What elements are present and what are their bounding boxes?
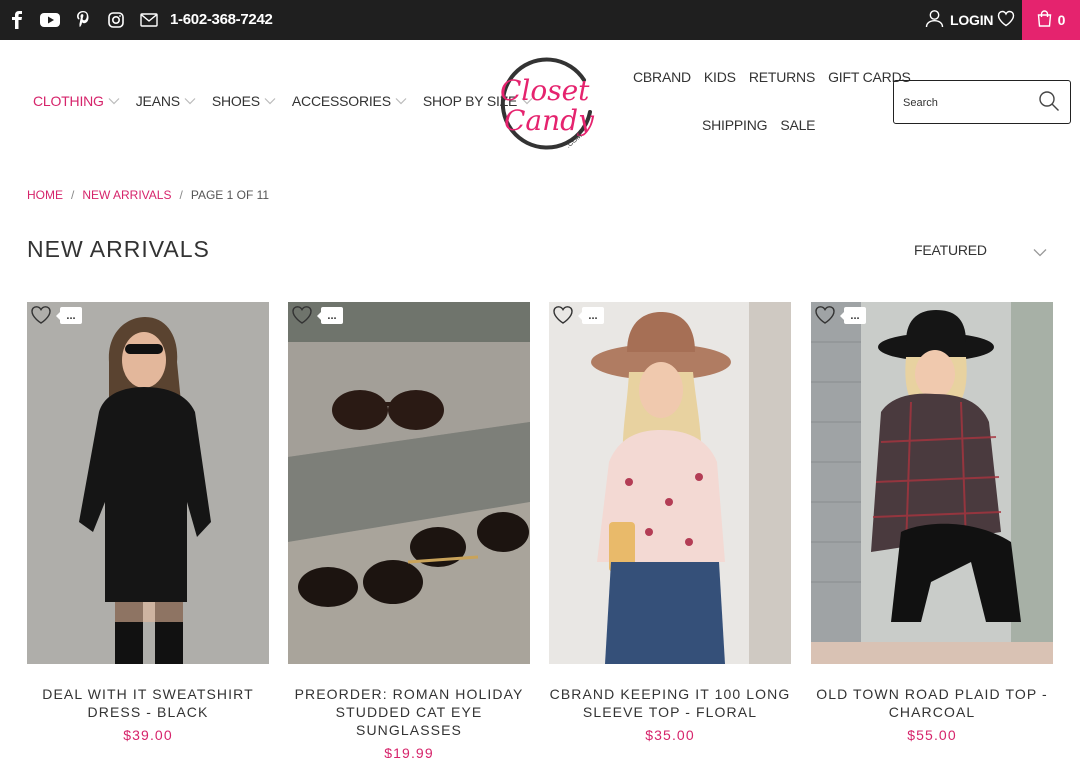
top-bar: 1-602-368-7242 LOGIN 0 (0, 0, 1080, 40)
breadcrumb-home[interactable]: HOME (27, 188, 63, 202)
product-title[interactable]: DEAL WITH IT SWEATSHIRT DRESS - BLACK $3… (27, 685, 269, 744)
mail-icon[interactable] (138, 9, 160, 31)
product-title[interactable]: PREORDER: ROMAN HOLIDAY STUDDED CAT EYE … (288, 685, 530, 758)
login-label: LOGIN (950, 12, 994, 28)
chevron-down-icon (184, 97, 196, 105)
wishlist-heart-icon[interactable] (814, 305, 836, 325)
user-icon (925, 9, 944, 31)
page-title: NEW ARRIVALS (27, 236, 210, 262)
product-card[interactable]: ... PREORDER: ROMAN HOLIDAY STUDDED CAT … (288, 302, 530, 758)
wishlist-heart-icon[interactable] (30, 305, 52, 325)
nav-item-shoes[interactable]: SHOES (212, 93, 276, 109)
nav-item-label: JEANS (135, 93, 180, 109)
site-logo[interactable]: Closet Candy .COM (496, 50, 600, 154)
pinterest-icon[interactable] (72, 9, 94, 31)
more-options-button[interactable]: ... (840, 307, 866, 324)
instagram-icon[interactable] (105, 9, 127, 31)
cart-count: 0 (1057, 12, 1066, 28)
nav-link-sale[interactable]: SALE (780, 117, 815, 133)
product-price: $55.00 (907, 727, 957, 743)
search-input[interactable] (903, 93, 1033, 113)
facebook-icon[interactable] (6, 9, 28, 31)
search-icon[interactable] (1038, 90, 1060, 117)
nav-link-kids[interactable]: KIDS (704, 69, 736, 85)
nav-link-shipping[interactable]: SHIPPING (702, 117, 768, 133)
breadcrumb-new-arrivals[interactable]: NEW ARRIVALS (82, 188, 171, 202)
product-image[interactable]: ... (288, 302, 530, 664)
nav-item-jeans[interactable]: JEANS (136, 93, 196, 109)
phone-number[interactable]: 1-602-368-7242 (170, 11, 273, 28)
social-links (6, 0, 171, 40)
cart-button[interactable]: 0 (1022, 0, 1080, 40)
youtube-icon[interactable] (39, 9, 61, 31)
nav-item-accessories[interactable]: ACCESSORIES (292, 93, 407, 109)
nav-item-label: CLOTHING (33, 93, 104, 109)
breadcrumb-current-page: PAGE 1 OF 11 (190, 188, 270, 202)
product-price: $19.99 (384, 745, 434, 758)
product-name: OLD TOWN ROAD PLAID TOP - CHARCOAL (816, 686, 1048, 720)
sort-select[interactable]: FEATURED (914, 242, 1049, 262)
chevron-down-icon (1033, 244, 1047, 262)
product-card[interactable]: ... CBRAND KEEPING IT 100 LONG SLEEVE TO… (549, 302, 791, 743)
main-nav-left: CLOTHING JEANS SHOES ACCESSORIES SHOP BY… (33, 93, 549, 109)
product-image[interactable]: ... (811, 302, 1053, 664)
logo-text-closet: Closet (500, 74, 590, 107)
product-card[interactable]: ... DEAL WITH IT SWEATSHIRT DRESS - BLAC… (27, 302, 269, 743)
wishlist-heart-icon[interactable] (552, 305, 574, 325)
product-image[interactable]: ... (549, 302, 791, 664)
wishlist-heart-icon[interactable] (997, 10, 1015, 32)
breadcrumb-separator: / (71, 188, 75, 202)
nav-item-clothing[interactable]: CLOTHING (33, 93, 120, 109)
breadcrumb: HOME / NEW ARRIVALS / PAGE 1 OF 11 (27, 188, 269, 202)
search-box (893, 80, 1071, 124)
product-card[interactable]: ... OLD TOWN ROAD PLAID TOP - CHARCOAL $… (811, 302, 1053, 743)
more-options-button[interactable]: ... (56, 307, 82, 324)
main-nav-right-top: CBRAND KIDS RETURNS GIFT CARDS (633, 69, 924, 85)
product-name: PREORDER: ROMAN HOLIDAY STUDDED CAT EYE … (294, 686, 524, 738)
product-price: $39.00 (123, 727, 173, 743)
product-title[interactable]: OLD TOWN ROAD PLAID TOP - CHARCOAL $55.0… (811, 685, 1053, 744)
nav-item-label: ACCESSORIES (291, 93, 391, 109)
product-price: $35.00 (645, 727, 695, 743)
breadcrumb-separator: / (179, 188, 183, 202)
chevron-down-icon (264, 97, 276, 105)
nav-link-cbrand[interactable]: CBRAND (633, 69, 691, 85)
nav-link-returns[interactable]: RETURNS (749, 69, 815, 85)
product-title[interactable]: CBRAND KEEPING IT 100 LONG SLEEVE TOP - … (549, 685, 791, 744)
chevron-down-icon (108, 97, 120, 105)
more-options-button[interactable]: ... (578, 307, 604, 324)
logo-text-candy: Candy (504, 104, 595, 137)
login-link[interactable]: LOGIN (925, 9, 994, 31)
more-options-button[interactable]: ... (317, 307, 343, 324)
chevron-down-icon (395, 97, 407, 105)
wishlist-heart-icon[interactable] (291, 305, 313, 325)
nav-item-label: SHOES (211, 93, 260, 109)
shopping-bag-icon (1037, 10, 1052, 30)
product-image[interactable]: ... (27, 302, 269, 664)
product-name: DEAL WITH IT SWEATSHIRT DRESS - BLACK (42, 686, 254, 720)
sort-selected-value: FEATURED (914, 242, 987, 258)
product-name: CBRAND KEEPING IT 100 LONG SLEEVE TOP - … (549, 686, 791, 720)
main-nav-right-bottom: SHIPPING SALE (702, 117, 828, 133)
